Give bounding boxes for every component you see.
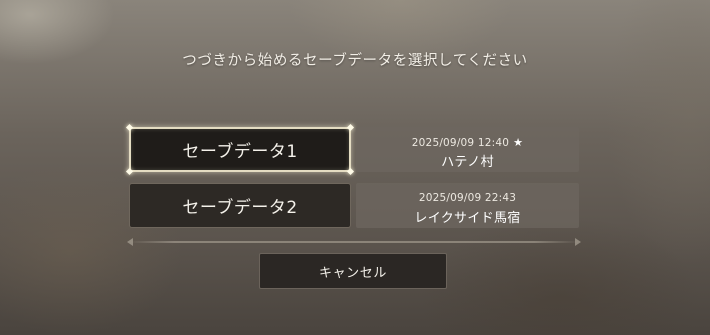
selection-corner-icon: [125, 167, 134, 176]
selection-corner-icon: [346, 123, 355, 132]
star-icon: ★: [513, 136, 524, 149]
save-slot-2-label: セーブデータ2: [182, 198, 298, 218]
selection-corner-icon: [346, 167, 355, 176]
divider-right-tip-icon: [575, 238, 581, 246]
save-slot-1-info[interactable]: 2025/09/09 12:40 ★ ハテノ村: [356, 127, 579, 172]
save-slot-1-date-row: 2025/09/09 12:40 ★: [356, 136, 579, 149]
save-slot-1-label: セーブデータ1: [182, 142, 298, 162]
cancel-button[interactable]: キャンセル: [259, 253, 447, 289]
save-select-prompt: つづきから始めるセーブデータを選択してください: [182, 53, 528, 69]
save-slot-2-info[interactable]: 2025/09/09 22:43 レイクサイド馬宿: [356, 183, 579, 228]
cancel-button-label: キャンセル: [318, 265, 387, 281]
save-slot-1[interactable]: セーブデータ1 2025/09/09 12:40 ★ ハテノ村: [125, 123, 579, 176]
save-slot-2-date: 2025/09/09 22:43: [418, 192, 517, 204]
save-slot-1-date: 2025/09/09 12:40: [411, 137, 510, 149]
selection-corner-icon: [125, 123, 134, 132]
divider: [127, 238, 581, 246]
save-slot-2[interactable]: セーブデータ2 2025/09/09 22:43 レイクサイド馬宿: [129, 183, 579, 228]
divider-left-tip-icon: [127, 238, 133, 246]
save-slot-1-button[interactable]: セーブデータ1: [125, 123, 355, 176]
save-slot-2-location: レイクサイド馬宿: [414, 211, 521, 226]
save-slot-2-button[interactable]: セーブデータ2: [129, 183, 351, 228]
save-slot-1-location: ハテノ村: [441, 155, 494, 170]
